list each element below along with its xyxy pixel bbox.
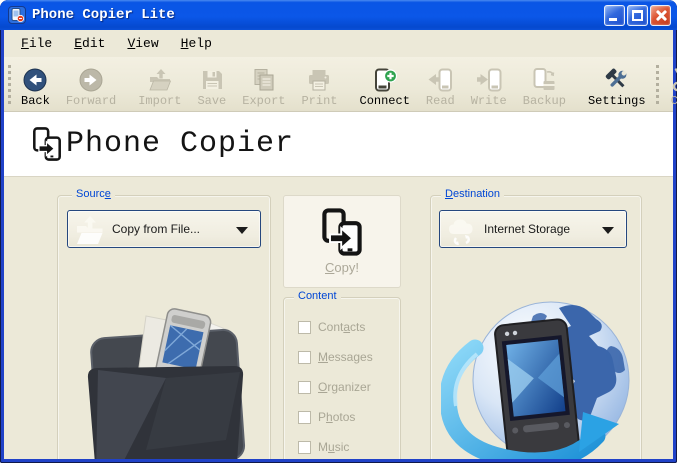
page-title: Phone Copier bbox=[66, 127, 295, 161]
print-button[interactable]: Print bbox=[293, 59, 345, 110]
destination-groupbox: Destination Internet Storage bbox=[430, 188, 642, 459]
window-body: File Edit View Help Back Forward Import … bbox=[4, 30, 677, 459]
destination-group-label: Destination bbox=[441, 188, 505, 200]
back-icon bbox=[23, 68, 47, 92]
menu-help[interactable]: Help bbox=[172, 33, 221, 54]
minimize-icon bbox=[609, 17, 617, 21]
header-banner: Phone Copier bbox=[4, 112, 673, 177]
toolbar-gripper[interactable] bbox=[8, 65, 11, 104]
toolbar-gripper[interactable] bbox=[655, 65, 659, 104]
export-button[interactable]: Export bbox=[234, 59, 293, 110]
checkbox-row-organizer[interactable]: Organizer bbox=[298, 380, 394, 394]
read-icon bbox=[428, 68, 453, 92]
organizer-checkbox[interactable] bbox=[298, 380, 311, 394]
source-groupbox: Source Copy from File... bbox=[57, 188, 271, 459]
checkbox-row-photos[interactable]: Photos bbox=[298, 410, 394, 424]
chevron-down-icon bbox=[602, 227, 614, 234]
destination-dropdown-value: Internet Storage bbox=[484, 222, 571, 236]
minimize-button[interactable] bbox=[604, 4, 625, 26]
cut-button[interactable]: Cut bbox=[661, 59, 677, 110]
window-title: Phone Copier Lite bbox=[32, 7, 175, 23]
save-icon bbox=[202, 71, 222, 89]
menu-file[interactable]: File bbox=[12, 33, 61, 54]
copy-button-label: Copy! bbox=[325, 260, 359, 275]
write-icon bbox=[476, 68, 502, 92]
folder-phone-illustration bbox=[87, 307, 246, 459]
app-window: Phone Copier Lite File Edit View Help Ba… bbox=[0, 0, 677, 463]
copy-button[interactable]: Copy! bbox=[283, 195, 401, 288]
destination-dropdown[interactable]: Internet Storage bbox=[439, 210, 627, 248]
music-label: Music bbox=[318, 440, 350, 454]
back-button[interactable]: Back bbox=[13, 59, 58, 110]
content-checkbox-list: Contacts Messages Organizer Photos Music bbox=[298, 320, 394, 459]
menu-edit[interactable]: Edit bbox=[65, 33, 114, 54]
content-groupbox: Content Contacts Messages Organizer Phot… bbox=[283, 290, 401, 459]
backup-icon bbox=[533, 68, 555, 90]
save-button[interactable]: Save bbox=[189, 59, 234, 110]
toolbar: Back Forward Import Save Export Print Co… bbox=[4, 57, 677, 112]
close-button[interactable] bbox=[650, 4, 671, 26]
titlebar: Phone Copier Lite bbox=[0, 0, 677, 30]
messages-label: Messages bbox=[318, 350, 373, 364]
cut-icon bbox=[672, 68, 677, 92]
content-group-label: Content bbox=[294, 290, 341, 302]
organizer-label: Organizer bbox=[318, 380, 371, 394]
settings-button[interactable]: Settings bbox=[580, 59, 654, 110]
write-button[interactable]: Write bbox=[463, 59, 515, 110]
app-icon[interactable] bbox=[8, 6, 26, 24]
contacts-label: Contacts bbox=[318, 320, 366, 334]
print-icon bbox=[309, 70, 330, 91]
export-icon bbox=[254, 69, 274, 91]
checkbox-row-music[interactable]: Music bbox=[298, 440, 394, 454]
contacts-checkbox[interactable] bbox=[298, 320, 311, 334]
connect-button[interactable]: Connect bbox=[352, 59, 418, 110]
messages-checkbox[interactable] bbox=[298, 350, 311, 364]
main-content: Source Copy from File... Copy! Content C… bbox=[4, 177, 673, 459]
menu-view[interactable]: View bbox=[118, 33, 167, 54]
maximize-icon bbox=[632, 9, 643, 21]
menubar: File Edit View Help bbox=[4, 30, 673, 57]
source-dropdown[interactable]: Copy from File... bbox=[67, 210, 261, 248]
import-icon bbox=[149, 69, 171, 91]
photos-checkbox[interactable] bbox=[298, 410, 311, 424]
read-button[interactable]: Read bbox=[418, 59, 463, 110]
backup-button[interactable]: Backup bbox=[515, 59, 574, 110]
source-dropdown-value: Copy from File... bbox=[112, 222, 201, 236]
globe-device-illustration bbox=[441, 301, 630, 459]
close-icon bbox=[651, 6, 670, 25]
phone-copy-icon bbox=[33, 127, 61, 161]
forward-button[interactable]: Forward bbox=[58, 59, 124, 110]
connect-icon bbox=[374, 68, 397, 92]
window-controls bbox=[604, 4, 671, 26]
checkbox-row-messages[interactable]: Messages bbox=[298, 350, 394, 364]
checkbox-row-contacts[interactable]: Contacts bbox=[298, 320, 394, 334]
phone-copy-icon bbox=[322, 208, 362, 256]
maximize-button[interactable] bbox=[627, 4, 648, 26]
chevron-down-icon bbox=[236, 227, 248, 234]
import-button[interactable]: Import bbox=[130, 59, 189, 110]
music-checkbox[interactable] bbox=[298, 440, 311, 454]
source-group-label: Source bbox=[72, 188, 115, 200]
folder-import-watermark-icon bbox=[77, 216, 103, 244]
forward-icon bbox=[79, 68, 103, 92]
settings-icon bbox=[605, 68, 627, 88]
cloud-sync-watermark-icon bbox=[449, 219, 473, 246]
photos-label: Photos bbox=[318, 410, 356, 424]
